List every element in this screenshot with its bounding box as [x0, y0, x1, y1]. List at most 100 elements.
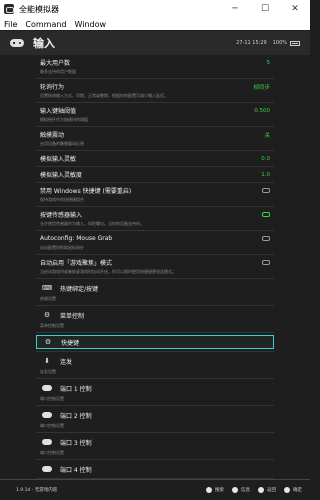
divider	[36, 254, 274, 255]
selected-menu-item[interactable]: ⚙ 快捷键	[36, 335, 274, 349]
setting-row[interactable]: 轮询行为 帧同步设置轮询输入方式，早期、正常或晚期，根据你的配置可减少输入延迟。	[36, 81, 274, 103]
menu-item-label: 端口 4 控制	[60, 466, 92, 474]
setting-row[interactable]: 模拟输入灵敏度 1.0	[36, 169, 274, 183]
menu-group-row[interactable]: ⚙ 菜单控制 菜单控制设置	[36, 308, 274, 333]
app-icon	[4, 4, 14, 14]
page-header: 输入 27-11 15:29 100%	[0, 31, 310, 55]
menu-item[interactable]: ⌨ 热键绑定/按键	[36, 281, 274, 295]
gamepad-shape	[42, 385, 52, 391]
search-action[interactable]: 搜索	[206, 487, 224, 493]
setting-label: 按键传感器输入	[40, 212, 83, 219]
button-hint-icon	[206, 487, 212, 493]
divider	[36, 166, 274, 167]
setting-value[interactable]: 1.0	[261, 172, 270, 178]
menu-group-row[interactable]: 端口 1 控制 端口控制设置	[36, 381, 274, 406]
setting-description: 当启动游戏时或者恢复游戏时自动开启，你可以随时使用快捷键更改此模式。	[40, 269, 176, 274]
divider	[36, 351, 274, 352]
search-action-label: 搜索	[215, 488, 224, 493]
menu-command[interactable]: Command	[21, 20, 70, 29]
toggle-switch[interactable]	[262, 212, 270, 217]
setting-row[interactable]: 模拟输入灵敏 0.0	[36, 153, 274, 167]
setting-label: 禁用 Windows 快捷键 (需要重启)	[40, 188, 132, 195]
setting-row[interactable]: 最大用户数 5 最多支持的用户数量	[36, 57, 274, 79]
setting-value[interactable]: 帧同步	[253, 83, 270, 91]
close-button[interactable]: ✕	[280, 0, 310, 18]
window-titlebar: 全能模拟器 ─ ☐ ✕	[0, 0, 310, 18]
menu-group-row[interactable]: 端口 2 控制 端口控制设置	[36, 408, 274, 433]
button-hint-icon	[284, 487, 290, 493]
setting-description: 允许使用传感器作为输入，如陀螺仪。当你的设备支持时。	[40, 221, 144, 226]
menu-window[interactable]: Window	[71, 20, 111, 29]
setting-label: 轮询行为	[40, 84, 65, 91]
setting-label: 输入键轴阈值	[40, 108, 77, 115]
setting-description: 自动配置时抓取鼠标指针	[40, 245, 84, 250]
menu-item[interactable]: 端口 2 控制	[36, 408, 274, 422]
toggle-switch[interactable]	[262, 260, 270, 265]
setting-row[interactable]: Autoconfig: Mouse Grab 自动配置时抓取鼠标指针	[36, 233, 274, 255]
menu-file[interactable]: File	[0, 20, 21, 29]
maximize-button[interactable]: ☐	[250, 0, 280, 18]
divider	[36, 102, 274, 103]
setting-label: 模拟输入灵敏	[40, 156, 77, 163]
setting-main: 禁用 Windows 快捷键 (需要重启)	[36, 185, 274, 196]
button-hint-icon	[232, 487, 238, 493]
toggle-switch[interactable]	[262, 188, 270, 193]
gamepad-icon	[42, 438, 52, 446]
menu-item[interactable]: 端口 3 控制	[36, 435, 274, 449]
menu-group-row[interactable]: 端口 4 控制	[36, 462, 274, 479]
setting-value[interactable]: 关	[264, 131, 270, 139]
back-action[interactable]: 返回	[258, 487, 276, 493]
menu-item-label: 端口 2 控制	[60, 412, 92, 420]
divider	[36, 182, 274, 183]
setting-main: 按键传感器输入	[36, 209, 274, 220]
menu-item[interactable]: ⬇ 连发	[36, 354, 274, 368]
page-title: 输入	[33, 37, 55, 50]
ok-action[interactable]: 确定	[284, 487, 302, 493]
setting-row[interactable]: 输入键轴阈值 0.500 模拟摇杆作为按键时的阈值	[36, 105, 274, 127]
gamepad-icon	[42, 465, 52, 473]
menu-item[interactable]: 端口 4 控制	[36, 462, 274, 476]
setting-label: 最大用户数	[40, 60, 71, 67]
toggle-switch[interactable]	[262, 236, 270, 241]
setting-row[interactable]: 按键传感器输入允许使用传感器作为输入，如陀螺仪。当你的设备支持时。	[36, 209, 274, 231]
setting-main: Autoconfig: Mouse Grab	[36, 233, 274, 244]
setting-value[interactable]: 0.500	[254, 108, 270, 114]
setting-label: Autoconfig: Mouse Grab	[40, 235, 113, 242]
menu-item-label: 热键绑定/按键	[60, 285, 99, 293]
controller-icon	[10, 39, 24, 47]
divider	[36, 378, 274, 379]
setting-main: 输入键轴阈值 0.500	[36, 105, 274, 116]
setting-main: 触摸震动 关	[36, 129, 274, 140]
setting-main: 模拟输入灵敏 0.0	[36, 153, 274, 164]
setting-value[interactable]: 5	[267, 60, 271, 66]
menu-group-row[interactable]: ⬇ 连发 连发设置	[36, 354, 274, 379]
back-action-label: 返回	[267, 488, 276, 493]
menu-group-row[interactable]: ⌨ 热键绑定/按键 热键设置	[36, 281, 274, 306]
setting-row[interactable]: 禁用 Windows 快捷键 (需要重启) 保持游戏中的快捷键组合	[36, 185, 274, 207]
setting-description: 模拟摇杆作为按键时的阈值	[40, 117, 88, 122]
menu-group-row[interactable]: 端口 3 控制 端口控制设置	[36, 435, 274, 460]
setting-description: 最多支持的用户数量	[40, 69, 76, 74]
battery-percent: 100%	[272, 40, 287, 46]
setting-label: 触摸震动	[40, 132, 65, 139]
setting-value[interactable]: 0.0	[261, 156, 270, 162]
menu-group-row[interactable]: ⚙ 快捷键	[36, 335, 274, 352]
setting-description: 设置轮询输入方式，早期、正常或晚期，根据你的配置可减少输入延迟。	[40, 93, 168, 98]
menu-item-description: 连发设置	[40, 369, 56, 374]
setting-row[interactable]: 自动启用「游戏聚焦」模式当启动游戏时或者恢复游戏时自动开启，你可以随时使用快捷键…	[36, 257, 274, 279]
button-hint-icon	[258, 487, 264, 493]
info-action-label: 信息	[241, 488, 250, 493]
info-action[interactable]: 信息	[232, 487, 250, 493]
setting-row[interactable]: 触摸震动 关启用设备的触摸震动反馈	[36, 129, 274, 151]
divider	[36, 206, 274, 207]
menu-item[interactable]: ⚙ 菜单控制	[36, 308, 274, 322]
gamepad-shape	[42, 466, 52, 472]
setting-label: 自动启用「游戏聚焦」模式	[40, 260, 113, 267]
setting-main: 模拟输入灵敏度 1.0	[36, 169, 274, 180]
menu-item[interactable]: 端口 1 控制	[36, 381, 274, 395]
setting-main: 最大用户数 5	[36, 57, 274, 68]
gamepad-shape	[42, 439, 52, 445]
minimize-button[interactable]: ─	[220, 0, 250, 18]
divider	[36, 459, 274, 460]
settings-list: 最大用户数 5 最多支持的用户数量 轮询行为 帧同步设置轮询输入方式，早期、正常或晚期，…	[36, 57, 274, 481]
